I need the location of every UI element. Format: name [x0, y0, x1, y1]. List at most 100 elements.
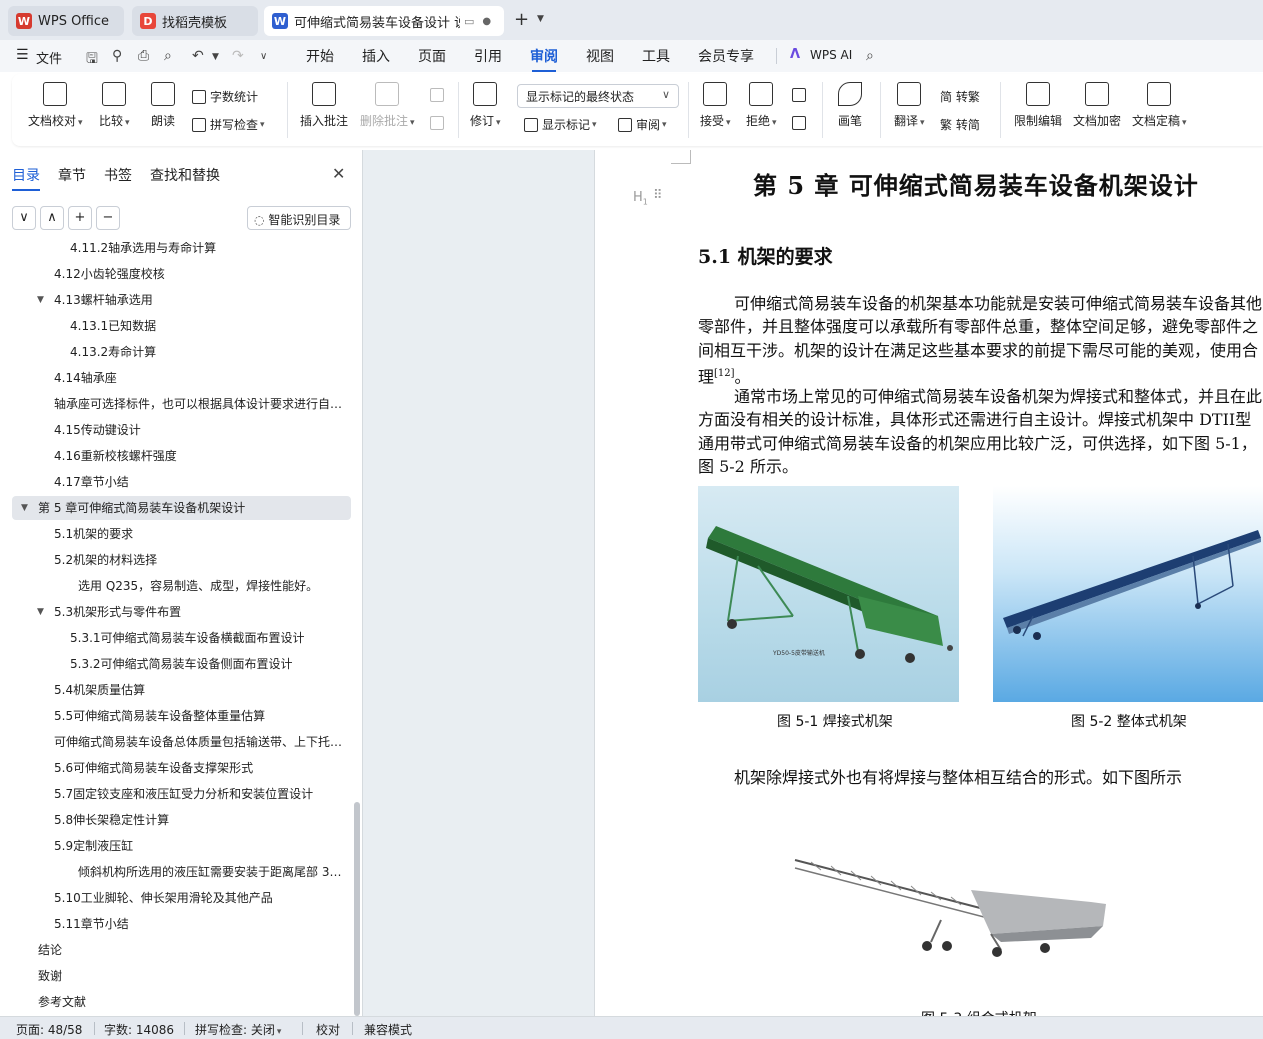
hamburger-icon[interactable]: ☰ — [16, 47, 29, 63]
save-icon[interactable]: 🖫 — [86, 48, 98, 72]
toc-item[interactable]: 4.17章节小结 — [12, 470, 351, 494]
review-pane-button[interactable]: 审阅 ▾ — [618, 116, 667, 133]
spell-check-status[interactable]: 拼写检查: 关闭 ▾ — [195, 1021, 281, 1038]
toc-item[interactable]: ▼ 5.3机架形式与零件布置 — [12, 600, 351, 624]
collapse-down-button[interactable]: ∨ — [12, 206, 36, 230]
toc-item[interactable]: 5.6可伸缩式简易装车设备支撑架形式 — [12, 756, 351, 780]
to-simplified-button[interactable]: 繁 转简 — [940, 116, 980, 133]
nav-tab-bookmarks[interactable]: 书签 — [104, 165, 132, 185]
toc-item[interactable]: 致谢 — [12, 964, 351, 988]
toc-item-selected[interactable]: ▼ 第 5 章可伸缩式简易装车设备机架设计 — [12, 496, 351, 520]
insert-comment-button[interactable]: 插入批注 — [300, 82, 348, 129]
doc-encrypt-button[interactable]: 文档加密 — [1073, 82, 1121, 129]
redo-icon[interactable]: ↷ — [232, 48, 244, 64]
tab-review[interactable]: 审阅 — [530, 46, 558, 72]
toc-item[interactable]: 可伸缩式简易装车设备总体质量包括输送带、上下托辊、滚筒等 — [12, 730, 351, 754]
toc-item[interactable]: ▼ 4.13螺杆轴承选用 — [12, 288, 351, 312]
tab-docer-templates[interactable]: D 找稻壳模板 — [132, 6, 258, 36]
proofread-status[interactable]: 校对 — [316, 1021, 340, 1038]
add-heading-button[interactable]: + — [68, 206, 92, 230]
toc-item[interactable]: 4.12小齿轮强度校核 — [12, 262, 351, 286]
undo-dropdown-icon[interactable]: ▼ — [212, 52, 219, 62]
print-icon[interactable]: ⎙ — [138, 48, 149, 64]
to-traditional-button[interactable]: 简 转繁 — [940, 88, 980, 105]
tab-list-chevron-icon[interactable]: ▼ — [537, 14, 544, 24]
expand-arrow-icon[interactable]: ▼ — [37, 288, 44, 312]
translate-button[interactable]: 翻译 ▾ — [894, 82, 925, 129]
close-pane-icon[interactable]: ✕ — [332, 164, 345, 183]
tab-insert[interactable]: 插入 — [362, 46, 390, 66]
nav-tab-chapters[interactable]: 章节 — [58, 165, 86, 185]
tab-home[interactable]: 开始 — [306, 46, 334, 66]
new-tab-plus-icon[interactable]: + — [514, 9, 529, 30]
previous-change-button[interactable] — [792, 88, 810, 102]
spell-check-button[interactable]: 拼写检查 ▾ — [192, 116, 265, 133]
remove-heading-button[interactable]: − — [96, 206, 120, 230]
toc-item[interactable]: 4.13.2寿命计算 — [12, 340, 351, 364]
tab-member[interactable]: 会员专享 — [698, 46, 754, 66]
wps-ai-button[interactable]: WPS AI — [810, 48, 852, 62]
toc-item[interactable]: 4.16重新校核螺杆强度 — [12, 444, 351, 468]
citation-ref[interactable]: [12] — [714, 368, 735, 379]
expand-arrow-icon[interactable]: ▼ — [37, 600, 44, 624]
toc-item[interactable]: 参考文献 — [12, 990, 351, 1012]
toc-item[interactable]: 5.1机架的要求 — [12, 522, 351, 546]
toc-item[interactable]: 5.5可伸缩式简易装车设备整体重量估算 — [12, 704, 351, 728]
next-comment-button[interactable] — [430, 116, 448, 130]
toc-item[interactable]: 4.11.2轴承选用与寿命计算 — [12, 242, 351, 260]
next-change-button[interactable] — [792, 116, 810, 130]
nav-tab-find-replace[interactable]: 查找和替换 — [150, 165, 220, 185]
toc-item[interactable]: 结论 — [12, 938, 351, 962]
toc-item[interactable]: 5.2机架的材料选择 — [12, 548, 351, 572]
previous-comment-button[interactable] — [430, 88, 448, 102]
toc-item[interactable]: 5.9定制液压缸 — [12, 834, 351, 858]
toc-item[interactable]: 倾斜机构所选用的液压缸需要安装于距离尾部 3 米处 — [12, 860, 351, 884]
markup-view-select[interactable]: 显示标记的最终状态 ∨ — [517, 84, 679, 108]
modified-dot-icon[interactable]: ● — [482, 16, 491, 27]
tab-references[interactable]: 引用 — [474, 46, 502, 66]
doc-finalize-button[interactable]: 文档定稿 ▾ — [1132, 82, 1187, 129]
more-chevron-icon[interactable]: ∨ — [260, 51, 267, 62]
toc-item[interactable]: 轴承座可选择标件，也可以根据具体设计要求进行自行设计 — [12, 392, 351, 416]
toc-item[interactable]: 5.7固定铰支座和液压缸受力分析和安装位置设计 — [12, 782, 351, 806]
delete-comment-button[interactable]: 删除批注 ▾ — [360, 82, 415, 129]
track-changes-button[interactable]: 修订 ▾ — [470, 82, 501, 129]
drag-handle-icon[interactable]: ⠿ — [653, 188, 663, 203]
toc-item[interactable]: 选用 Q235，容易制造、成型，焊接性能好。 — [12, 574, 351, 598]
pen-button[interactable]: 画笔 — [838, 82, 862, 129]
nav-tab-toc[interactable]: 目录 — [12, 165, 40, 191]
read-aloud-button[interactable]: 朗读 — [151, 82, 175, 129]
toc-scrollbar[interactable] — [354, 802, 360, 1016]
restrict-edit-button[interactable]: 限制编辑 — [1014, 82, 1062, 129]
toc-item[interactable]: 4.15传动键设计 — [12, 418, 351, 442]
expand-arrow-icon[interactable]: ▼ — [21, 496, 28, 520]
heading-marker-icon[interactable]: H1 — [633, 190, 648, 207]
reject-button[interactable]: 拒绝 ▾ — [746, 82, 777, 129]
tab-current-document[interactable]: W 可伸缩式简易装车设备设计 说 ▭ ● — [264, 6, 504, 36]
toc-item[interactable]: 4.13.1已知数据 — [12, 314, 351, 338]
compare-button[interactable]: 比较 ▾ — [99, 82, 130, 129]
word-count-button[interactable]: 字数统计 — [192, 88, 258, 105]
wps-ai-icon[interactable]: Λ — [790, 47, 800, 62]
toc-item[interactable]: 5.11章节小结 — [12, 912, 351, 936]
tab-tools[interactable]: 工具 — [642, 46, 670, 66]
link-icon[interactable]: ⚲ — [112, 48, 122, 64]
toc-item[interactable]: 5.4机架质量估算 — [12, 678, 351, 702]
print-preview-icon[interactable]: ⌕ — [164, 48, 172, 64]
show-markup-button[interactable]: 显示标记 ▾ — [524, 116, 597, 133]
toc-item[interactable]: 5.3.1可伸缩式简易装车设备横截面布置设计 — [12, 626, 351, 650]
doc-check-button[interactable]: 文档校对 ▾ — [28, 82, 83, 129]
accept-button[interactable]: 接受 ▾ — [700, 82, 731, 129]
toc-item[interactable]: 5.10工业脚轮、伸长架用滑轮及其他产品 — [12, 886, 351, 910]
smart-toc-button[interactable]: ◌ 智能识别目录 — [247, 206, 351, 230]
file-menu[interactable]: 文件 — [36, 48, 62, 67]
tab-page[interactable]: 页面 — [418, 46, 446, 66]
collapse-up-button[interactable]: ∧ — [40, 206, 64, 230]
screen-icon[interactable]: ▭ — [464, 15, 474, 28]
toc-item[interactable]: 5.8伸长架稳定性计算 — [12, 808, 351, 832]
tab-wps-office[interactable]: W WPS Office — [8, 6, 124, 36]
undo-icon[interactable]: ↶ — [192, 48, 204, 64]
toc-item[interactable]: 5.3.2可伸缩式简易装车设备侧面布置设计 — [12, 652, 351, 676]
word-count-indicator[interactable]: 字数: 14086 — [104, 1021, 174, 1038]
page-indicator[interactable]: 页面: 48/58 — [16, 1021, 82, 1038]
